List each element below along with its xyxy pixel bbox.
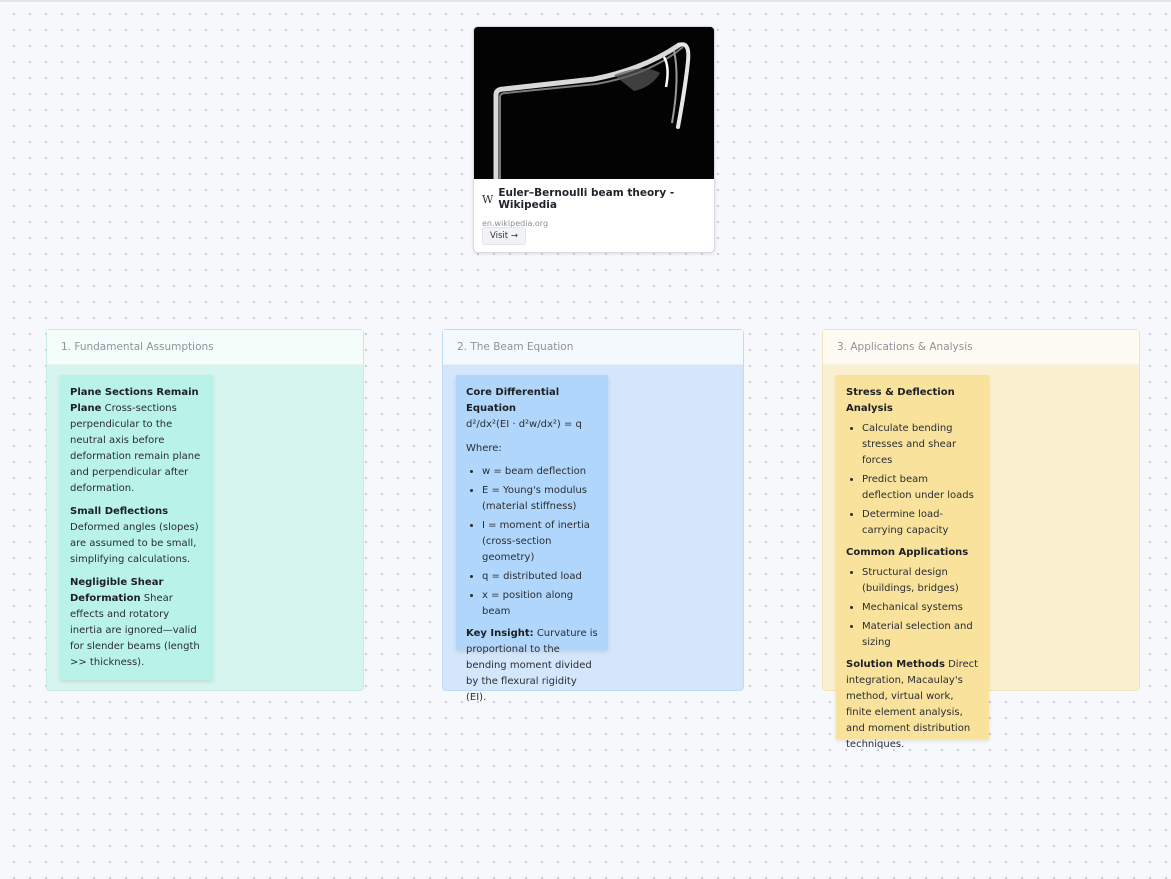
link-title[interactable]: Euler–Bernoulli beam theory - Wikipedia bbox=[498, 187, 714, 211]
frame-title[interactable]: 1. Fundamental Assumptions bbox=[47, 330, 363, 365]
list-item: q = distributed load bbox=[482, 569, 598, 585]
equation-heading: Core Differential Equation bbox=[466, 387, 560, 414]
list-item: E = Young's modulus (material stiffness) bbox=[482, 483, 598, 515]
list-item: w = beam deflection bbox=[482, 464, 598, 480]
assumption-small-deflections: Small Deflections Deformed angles (slope… bbox=[70, 506, 199, 565]
sticky-note-assumptions[interactable]: Plane Sections Remain Plane Cross-sectio… bbox=[60, 375, 213, 680]
assumption-plane-sections: Plane Sections Remain Plane Cross-sectio… bbox=[70, 387, 201, 494]
section-heading: Common Applications bbox=[846, 547, 969, 558]
list-item: Material selection and sizing bbox=[862, 619, 979, 651]
list-item: Calculate bending stresses and shear for… bbox=[862, 421, 979, 469]
key-insight: Key Insight: Curvature is proportional t… bbox=[466, 628, 598, 703]
sticky-note-applications[interactable]: Stress & Deflection Analysis Calculate b… bbox=[836, 375, 989, 750]
sticky-note-beam-equation[interactable]: Core Differential Equation d²/dx²(EI · d… bbox=[456, 375, 608, 703]
applications-list: Structural design (buildings, bridges) M… bbox=[846, 565, 979, 651]
list-item: x = position along beam bbox=[482, 588, 598, 620]
wikipedia-icon: W bbox=[482, 192, 494, 206]
equation-block: Core Differential Equation d²/dx²(EI · d… bbox=[466, 385, 598, 433]
assumption-negligible-shear: Negligible Shear Deformation Shear effec… bbox=[70, 577, 200, 668]
visit-button[interactable]: Visit → bbox=[482, 227, 526, 245]
frame-title[interactable]: 2. The Beam Equation bbox=[443, 330, 743, 365]
where-label: Where: bbox=[466, 443, 502, 454]
list-item: Mechanical systems bbox=[862, 600, 979, 616]
list-item: Structural design (buildings, bridges) bbox=[862, 565, 979, 597]
list-item: Determine load-carrying capacity bbox=[862, 507, 979, 539]
equation-text: d²/dx²(EI · d²w/dx²) = q bbox=[466, 419, 582, 430]
link-preview-card[interactable]: W Euler–Bernoulli beam theory - Wikipedi… bbox=[473, 26, 715, 253]
analysis-list: Calculate bending stresses and shear for… bbox=[846, 421, 979, 539]
list-item: I = moment of inertia (cross-section geo… bbox=[482, 518, 598, 566]
list-item: Predict beam deflection under loads bbox=[862, 472, 979, 504]
frame-title[interactable]: 3. Applications & Analysis bbox=[823, 330, 1139, 365]
variable-list: w = beam deflection E = Young's modulus … bbox=[466, 464, 598, 620]
solution-methods: Solution Methods Direct integration, Mac… bbox=[846, 659, 979, 750]
beam-photo-image bbox=[474, 27, 714, 179]
section-heading: Stress & Deflection Analysis bbox=[846, 387, 955, 414]
